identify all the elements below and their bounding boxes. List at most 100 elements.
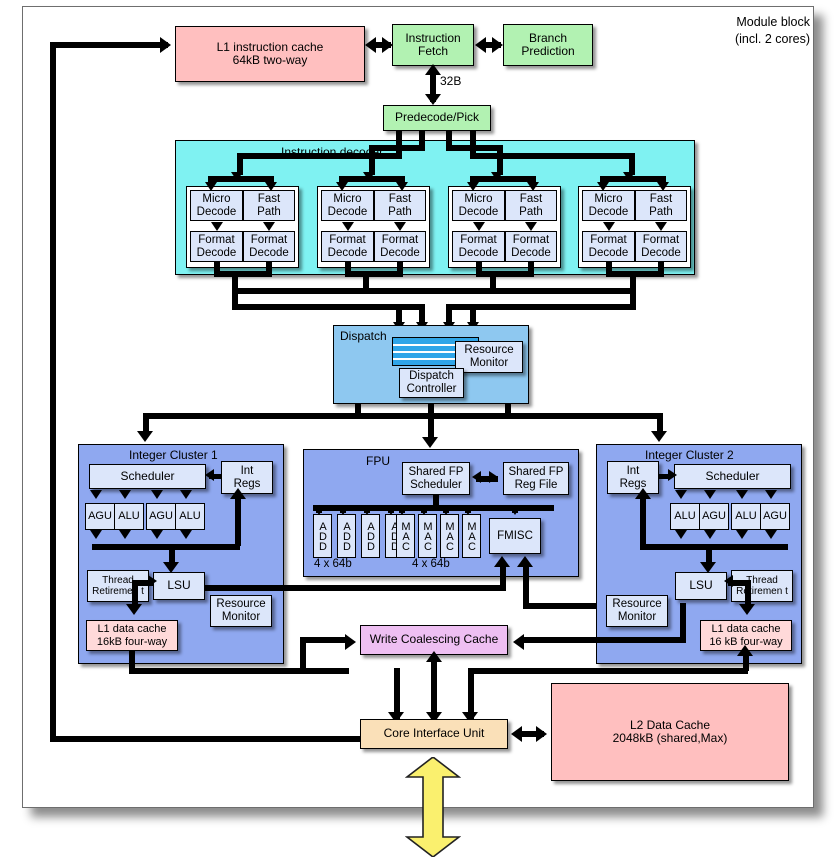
c1-unit-1-agu: AGU [85,503,115,530]
c2-unit-2-agu: AGU [699,503,729,530]
wire-dispatch-out-bus [143,413,663,419]
wire-c2-writeback [640,494,646,546]
fpu-add-2: ADD [337,514,356,558]
arrowhead-c1-out-3 [151,530,163,539]
wire-predecode-out-3 [446,131,452,145]
wire-decode-drop-2 [369,145,375,175]
wire-dispatch-out-right [505,404,511,416]
c2-unit-4-agu: AGU [760,503,790,530]
arrowhead-up-to-fetch [425,64,441,75]
decoder-4-fast-path: Fast Path [635,190,687,221]
decoder-3-format-decode-right: Format Decode [505,231,557,262]
fpu-mac-4: MAC [462,514,481,558]
decoder-2-fast-path: Fast Path [374,190,426,221]
wire-fmisc-feed-2 [523,562,529,608]
wire-decoder-out-bus [232,288,636,294]
fpu-label: FPU [366,454,390,468]
c1-l1-data-cache: L1 data cache 16kB four-way [86,620,178,651]
arrowhead-c1-out-1 [90,530,102,539]
wire-c2-exec-bus [640,544,788,550]
arrowhead-decoder-3-fast [527,182,539,191]
arrowhead-fpu-in [422,437,438,448]
wire-dispatch-in-right [448,304,636,310]
wire-dispatch-in-left [232,304,422,310]
c1-unit-3-agu: AGU [146,503,176,530]
c1-lsu: LSU [153,572,205,600]
decoder-1-format-decode-left: Format Decode [190,231,243,262]
arrowhead-decoder-4-micro [597,182,609,191]
arrowhead-fmisc-1 [494,556,510,567]
arrowhead-c2-out-4 [765,530,777,539]
fpu-shared-scheduler: Shared FP Scheduler [402,462,470,495]
arrowhead-cluster1-in [137,431,153,442]
arrowhead-c2-unit-4 [765,490,777,499]
arrowhead-branch-right [492,37,503,53]
decoder-2-format-decode-left: Format Decode [321,231,374,262]
wire-decoder-2-merge [345,271,403,277]
decoder-3-fast-path: Fast Path [505,190,557,221]
c2-resource-monitor: Resource Monitor [606,595,668,627]
arrowhead-fetch-left [475,37,486,53]
wire-decoder-1-merge [214,271,272,277]
wire-fpu-sched-down [433,495,439,507]
c1-scheduler: Scheduler [89,464,206,489]
arrowhead-c2-l1d-up [737,645,753,656]
wire-wcc-ciu [431,657,437,719]
arrowhead-c1-scheduler-in [205,469,214,481]
diagram-canvas: Module block (incl. 2 cores) L1 instruct… [0,0,840,860]
decoder-1-format-decode-right: Format Decode [243,231,295,262]
arrowhead-wcc-right [513,634,524,650]
wire-c2-lsu-down-to-wcc [680,603,686,639]
arrowhead-decoder-2-micro [336,182,348,191]
fpu-shared-reg-file: Shared FP Reg File [503,462,569,495]
arrowhead-decoder-1-micro [205,182,217,191]
fpu-add-width: 4 x 64b [314,558,352,570]
wire-decode-route-1 [237,153,402,159]
arrowhead-c1-unit-3 [151,490,163,499]
wire-c1-writeback [235,494,241,546]
c1-unit-4-alu: ALU [175,503,205,530]
decoder-2-micro-decode: Micro Decode [321,190,374,221]
arrowhead-fmisc-2 [517,556,533,567]
wire-ciu-to-left-bus [50,736,375,742]
c1-resource-monitor: Resource Monitor [210,595,272,627]
page-title: Module block (incl. 2 cores) [734,15,810,46]
decoder-3-micro-decode: Micro Decode [452,190,505,221]
arrowhead-down-to-predecode [425,94,441,105]
arrowhead-c1-unit-1 [90,490,102,499]
fpu-mac-3: MAC [440,514,459,558]
fpu-mac-4-label: MAC [466,521,478,551]
decoder-1-micro-decode: Micro Decode [190,190,243,221]
arrowhead-c2-out-1 [675,530,687,539]
arrowhead-wcc-up [426,651,442,662]
fpu-fmisc: FMISC [489,518,541,554]
fpu-add-1: ADD [313,514,332,558]
fpu-mac-2-label: MAC [422,521,434,551]
arrowhead-decoder-4-fmt-r [655,222,667,231]
decoder-4-format-decode-right: Format Decode [635,231,687,262]
wire-dispatch-out-left [355,404,361,416]
dispatch-controller: Dispatch Controller [399,368,464,398]
wire-c1-to-wcc [129,668,349,674]
instruction-fetch: Instruction Fetch [392,24,474,66]
predecode-pick: Predecode/Pick [383,105,491,131]
arrowhead-fpu-drop-9 [509,506,521,515]
fpu-add-3-label: ADD [365,521,377,551]
c1-thread-retirement: Thread Retiremen t [87,570,149,602]
wire-decode-route-2 [369,145,425,151]
c2-scheduler: Scheduler [674,464,791,489]
arrowhead-decoder-3-micro [467,182,479,191]
arrowhead-c1-writeback [230,488,246,499]
decoder-4-micro-decode: Micro Decode [582,190,635,221]
core-interface-unit: Core Interface Unit [360,719,508,749]
fpu-mac-1: MAC [396,514,415,558]
arrowhead-ciu-right-side [511,726,522,742]
arrowhead-c2-unit-3 [736,490,748,499]
arrowhead-c1-out-4 [180,530,192,539]
wire-ciu-to-l1i-vertical [50,42,56,742]
wire-decode-route-3 [446,145,502,151]
arrowhead-l1i-left [365,37,376,53]
arrowhead-cluster2-in [651,431,667,442]
wire-decoder-out-2 [363,275,369,291]
wire-decode-route-4 [470,153,635,159]
